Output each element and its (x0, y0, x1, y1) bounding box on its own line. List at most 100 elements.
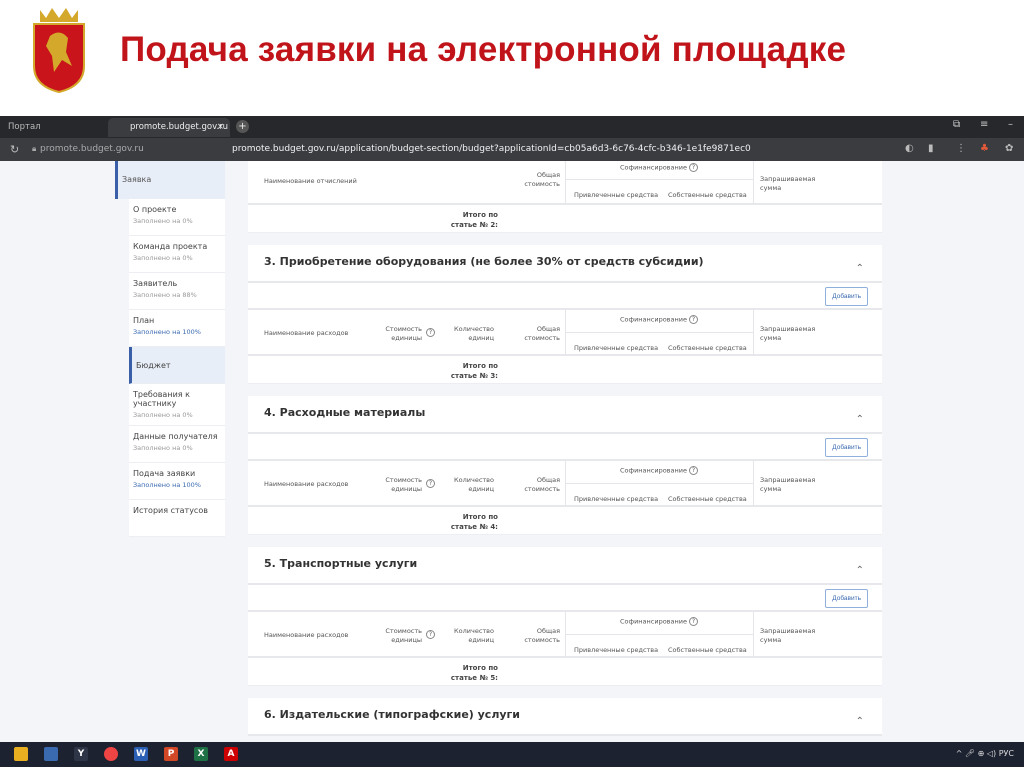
section-title: 3. Приобретение оборудования (не более 3… (264, 255, 704, 268)
help-icon[interactable]: ? (426, 479, 435, 488)
translate-icon[interactable]: ◐ (905, 143, 914, 154)
sidebar-item-status: Заполнено на 0% (133, 444, 193, 452)
divider (565, 332, 753, 333)
sidebar-item[interactable]: Команда проекта Заполнено на 0% (129, 236, 225, 273)
host-label[interactable]: promote.budget.gov.ru (40, 144, 144, 154)
sidebar-item[interactable]: Бюджет (129, 347, 225, 384)
chevron-up-icon[interactable]: ⌃ (856, 263, 864, 274)
close-tab-icon[interactable]: × (217, 118, 224, 137)
browser-tab[interactable]: Портал предоставлени (0, 118, 104, 151)
excel-icon[interactable]: X (194, 747, 208, 761)
sidebar-item-status: Заполнено на 0% (133, 254, 193, 262)
section-header[interactable]: 5. Транспортные услуги ⌃ (248, 547, 882, 585)
chrome-icon[interactable] (104, 747, 118, 761)
language-indicator[interactable]: РУС (999, 749, 1014, 758)
budget-section: 4. Расходные материалы ⌃ Добавить Наименова… (248, 396, 882, 535)
divider (753, 461, 754, 505)
budget-section: 3. Приобретение оборудования (не более 3… (248, 245, 882, 384)
col-unit-cost: Стоимость единицы (385, 476, 422, 493)
chevron-up-icon[interactable]: ⌃ (856, 414, 864, 425)
total-row: Итого по статье № 4: (248, 507, 882, 535)
sidebar-item-application[interactable]: Заявка (115, 161, 225, 199)
menu-icon[interactable]: ≡ (980, 119, 988, 130)
extension-icon[interactable]: ♣ (980, 143, 989, 154)
help-icon[interactable]: ? (688, 617, 698, 626)
col-name-expenses: Наименование расходов (264, 480, 349, 488)
system-tray: ^ 🎤︎ ⊕ ◁) РУС (955, 749, 1014, 758)
add-button[interactable]: Добавить (825, 589, 868, 608)
add-button[interactable]: Добавить (825, 438, 868, 457)
word-icon[interactable]: W (134, 747, 148, 761)
budget-main: Наименование отчислений Общая стоимость … (248, 161, 882, 736)
col-requested: Запрашиваемая сумма (760, 627, 816, 644)
sidebar-item-label: Бюджет (136, 361, 171, 370)
yandex-browser-icon[interactable]: Y (74, 747, 88, 761)
sidebar-item[interactable]: План Заполнено на 100% (129, 310, 225, 347)
col-requested: Запрашиваемая сумма (760, 476, 816, 493)
sidebar-item[interactable]: О проекте Заполнено на 0% (129, 199, 225, 236)
sidebar-item[interactable]: Подача заявки Заполнено на 100% (129, 463, 225, 500)
powerpoint-icon[interactable]: P (164, 747, 178, 761)
section-header[interactable]: 4. Расходные материалы ⌃ (248, 396, 882, 434)
col-total-cost: Общая стоимость (524, 325, 560, 342)
section-header[interactable]: 6. Издательские (типографские) услуги ⌃ (248, 698, 882, 736)
section-table: Наименование расходов Стоимость единицы Ко… (248, 461, 882, 535)
table-header: Наименование расходов Стоимость единицы Ко… (248, 612, 882, 658)
help-icon[interactable]: ? (688, 315, 698, 324)
sidebar-item[interactable]: История статусов (129, 500, 225, 537)
sidebar-item-label: История статусов (133, 506, 208, 515)
explorer-icon[interactable] (14, 747, 28, 761)
col-own: Собственные средства (668, 646, 747, 654)
col-requested: Запрашиваемая сумма (760, 175, 816, 192)
help-icon[interactable]: ? (426, 630, 435, 639)
section-2-table: Наименование отчислений Общая стоимость … (248, 161, 882, 233)
app-icon[interactable] (44, 747, 58, 761)
col-cofinancing: Софинансирование? (620, 163, 698, 173)
add-button[interactable]: Добавить (825, 287, 868, 306)
acrobat-icon[interactable]: A (224, 747, 238, 761)
bookmark-icon[interactable]: ▮ (928, 143, 934, 154)
tab-manager-icon[interactable]: ⧉ (953, 119, 960, 130)
sidebar-item[interactable]: Данные получателя Заполнено на 0% (129, 426, 225, 463)
col-cofinancing: Софинансирование? (620, 466, 698, 476)
browser-tab-bar: Портал предоставлени promote.budget.gov.… (0, 116, 1024, 151)
col-own: Собственные средства (668, 344, 747, 352)
button-row: Добавить (248, 585, 882, 612)
col-attracted: Привлеченные средства (574, 191, 659, 199)
reload-icon[interactable]: ↻ (10, 143, 19, 156)
table-header: Наименование расходов Стоимость единицы Ко… (248, 310, 882, 356)
help-icon[interactable]: ? (688, 466, 698, 475)
extensions-puzzle-icon[interactable]: ✿ (1005, 143, 1013, 154)
help-icon[interactable]: ? (688, 163, 698, 172)
section-header[interactable]: 3. Приобретение оборудования (не более 3… (248, 245, 882, 283)
sidebar-item-status: Заполнено на 0% (133, 411, 193, 419)
sidebar-item-status: Заполнено на 100% (133, 328, 201, 336)
chevron-up-icon[interactable]: ⌃ (856, 716, 864, 727)
sidebar-item-label: Заявитель (133, 279, 178, 288)
lock-icon: 🔒︎ (32, 144, 37, 153)
total-label: Итого по статье № 4: (450, 513, 498, 531)
total-label: Итого по статье № 3: (450, 362, 498, 380)
browser-tab-active[interactable]: promote.budget.gov.ru × (108, 118, 230, 137)
taskbar: Y W P X A ^ 🎤︎ ⊕ ◁) РУС (0, 742, 1024, 767)
slide-header: Подача заявки на электронной площадке (0, 0, 1024, 110)
sidebar-item[interactable]: Требования к участнику Заполнено на 0% (129, 384, 225, 426)
sidebar-item-label: О проекте (133, 205, 177, 214)
help-icon[interactable]: ? (426, 328, 435, 337)
divider (753, 612, 754, 656)
col-name-expenses: Наименование расходов (264, 631, 349, 639)
col-cofinancing: Софинансирование? (620, 617, 698, 627)
col-cofinancing-label: Софинансирование (620, 617, 687, 626)
col-cofinancing-label: Софинансирование (620, 315, 687, 324)
chevron-up-icon[interactable]: ⌃ (856, 565, 864, 576)
sidebar-item[interactable]: Заявитель Заполнено на 88% (129, 273, 225, 310)
more-icon[interactable]: ⋮ (956, 143, 966, 154)
button-row: Добавить (248, 434, 882, 461)
sidebar-item-label: План (133, 316, 155, 325)
url-input[interactable]: promote.budget.gov.ru/application/budget… (232, 144, 751, 154)
minimize-icon[interactable]: – (1008, 119, 1013, 130)
sidebar-list: О проекте Заполнено на 0% Команда проекта З… (129, 199, 225, 537)
budget-section: 5. Транспортные услуги ⌃ Добавить Наименова… (248, 547, 882, 686)
new-tab-button[interactable]: + (236, 120, 249, 133)
section-title: 5. Транспортные услуги (264, 557, 418, 570)
